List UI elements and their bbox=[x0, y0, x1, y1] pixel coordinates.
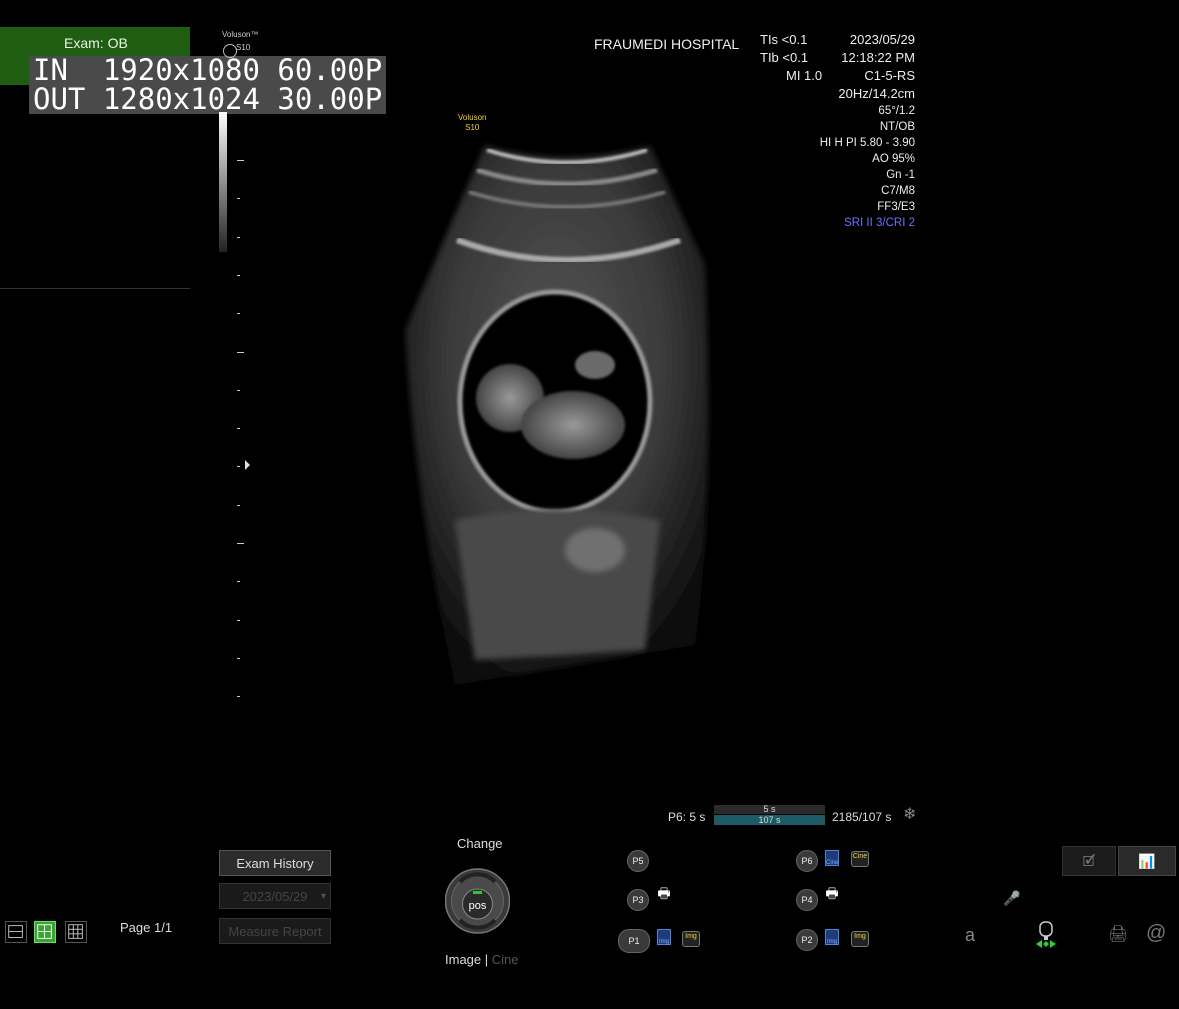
depth-tick bbox=[237, 389, 240, 391]
param-frame: FF3/E3 bbox=[877, 201, 915, 213]
param-ao: AO 95% bbox=[872, 153, 915, 165]
exam-date: 2023/05/29 bbox=[849, 32, 915, 47]
p2-button[interactable]: P2 bbox=[796, 929, 818, 951]
layout-quad-icon[interactable] bbox=[34, 921, 56, 943]
grayscale-bar bbox=[219, 112, 227, 252]
cine-bottom-value: 107 s bbox=[714, 815, 825, 825]
depth-tick bbox=[237, 160, 244, 161]
depth-tick bbox=[237, 657, 240, 659]
ge-logo-icon bbox=[223, 44, 237, 58]
printer-stand-icon bbox=[656, 896, 672, 914]
param-preset: NT/OB bbox=[879, 121, 915, 133]
annotation-icon[interactable]: a bbox=[965, 925, 975, 946]
microphone-icon[interactable]: 🎤 bbox=[1003, 890, 1020, 907]
p6-button[interactable]: P6 bbox=[796, 850, 818, 872]
change-knob[interactable]: pos bbox=[445, 856, 510, 946]
report-tool-button[interactable]: 🗹 bbox=[1062, 846, 1116, 876]
depth-tick bbox=[237, 619, 240, 621]
voluson-brand: Voluson™ bbox=[222, 30, 259, 39]
input-resolution-overlay: IN 1920x1080 60.00P bbox=[29, 56, 387, 85]
acquisition-info: TIs <0.1 2023/05/29 TIb <0.1 12:18:22 PM M… bbox=[760, 31, 915, 231]
ultrasound-image[interactable] bbox=[395, 140, 725, 685]
export-img-icon-2[interactable]: Img bbox=[851, 931, 869, 947]
depth-tick bbox=[237, 428, 240, 430]
depth-tick bbox=[237, 504, 240, 506]
depth-tick bbox=[237, 696, 240, 698]
depth-tick bbox=[237, 198, 240, 200]
layout-grid-icon[interactable] bbox=[65, 921, 87, 943]
exam-label: Exam: OB bbox=[64, 35, 128, 51]
page-indicator: Page 1/1 bbox=[120, 920, 173, 935]
depth-tick bbox=[237, 543, 244, 544]
exam-time: 12:18:22 PM bbox=[841, 50, 915, 65]
p3-button[interactable]: P3 bbox=[627, 889, 649, 911]
freeze-icon[interactable]: ❄ bbox=[903, 804, 916, 824]
frame-rate-depth: 20Hz/14.2cm bbox=[838, 86, 915, 101]
exam-history-button[interactable]: Exam History bbox=[219, 850, 331, 876]
left-panel-divider bbox=[0, 288, 190, 289]
p5-button[interactable]: P5 bbox=[627, 850, 649, 872]
depth-tick bbox=[237, 466, 240, 468]
param-gain: Gn -1 bbox=[886, 169, 915, 181]
depth-tick bbox=[237, 313, 240, 315]
image-logo: Voluson S10 bbox=[458, 113, 486, 133]
email-icon[interactable]: @ bbox=[1146, 922, 1166, 945]
probe-position-icon[interactable] bbox=[1034, 920, 1058, 950]
voluson-model: S10 bbox=[236, 43, 251, 52]
output-resolution-overlay: OUT 1280x1024 30.00P bbox=[29, 85, 387, 114]
cine-frames: 2185/107 s bbox=[832, 810, 892, 824]
param-sri: SRI II 3/CRI 2 bbox=[844, 217, 915, 229]
knob-center-label: pos bbox=[469, 900, 487, 912]
depth-tick bbox=[237, 351, 244, 353]
param-map: C7/M8 bbox=[881, 185, 915, 197]
save-img-icon[interactable]: Img bbox=[657, 929, 671, 945]
change-label: Change bbox=[457, 836, 503, 851]
mi-value: MI 1.0 bbox=[786, 68, 823, 83]
hospital-name: FRAUMEDI HOSPITAL bbox=[594, 36, 740, 52]
cine-top-value: 5 s bbox=[714, 805, 825, 814]
knob-cine-label: Cine bbox=[491, 952, 519, 967]
chart-tool-button[interactable]: 📊 bbox=[1118, 846, 1176, 876]
cine-label: P6: 5 s bbox=[668, 810, 706, 824]
param-harmonic: HI H PI 5.80 - 3.90 bbox=[819, 137, 915, 149]
p4-button[interactable]: P4 bbox=[796, 889, 818, 911]
exam-date-select[interactable]: 2023/05/29 bbox=[219, 883, 331, 909]
save-img-icon-2[interactable]: Img bbox=[825, 929, 839, 945]
layout-single-icon[interactable] bbox=[5, 921, 27, 943]
probe-name: C1-5-RS bbox=[864, 68, 915, 83]
network-printer-icon[interactable]: 🖨 bbox=[1108, 924, 1128, 944]
knob-mode-label: Image | Cine bbox=[445, 952, 519, 967]
export-img-icon[interactable]: Img bbox=[682, 931, 700, 947]
measure-report-button[interactable]: Measure Report bbox=[219, 918, 331, 944]
export-cine-icon[interactable]: Cine bbox=[851, 851, 869, 867]
depth-tick bbox=[237, 274, 240, 276]
depth-tick bbox=[237, 581, 240, 583]
focus-marker-icon[interactable] bbox=[245, 460, 250, 470]
tib-value: TIb <0.1 bbox=[760, 50, 809, 65]
p1-button[interactable]: P1 bbox=[618, 929, 650, 953]
save-cine-icon[interactable]: Cine bbox=[825, 850, 839, 866]
image-logo-brand: Voluson bbox=[458, 113, 487, 122]
depth-tick bbox=[237, 236, 240, 238]
param-angle: 65°/1.2 bbox=[878, 105, 915, 117]
cine-scroll-bar[interactable]: 5 s 107 s bbox=[714, 805, 825, 825]
tis-value: TIs <0.1 bbox=[760, 32, 808, 47]
knob-separator: | bbox=[484, 952, 489, 967]
knob-image-label: Image bbox=[445, 952, 482, 967]
printer-icon-2[interactable]: 🖶 bbox=[824, 884, 840, 902]
depth-scale bbox=[236, 160, 248, 720]
image-logo-model: S10 bbox=[465, 123, 480, 132]
